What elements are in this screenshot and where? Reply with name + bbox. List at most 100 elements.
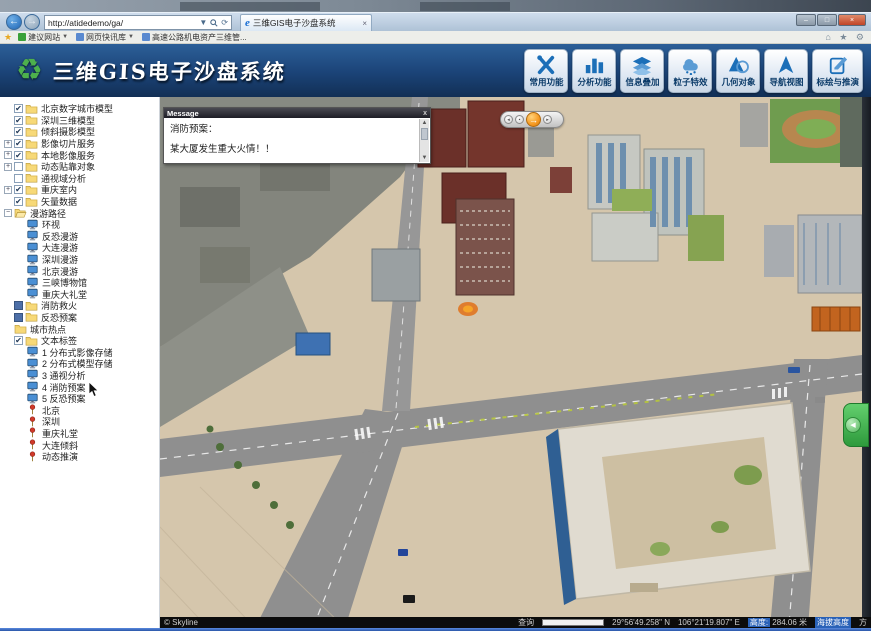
tree-item[interactable]: 大连漫游 <box>0 242 159 254</box>
tree-item[interactable]: 重庆礼堂 <box>0 428 159 440</box>
tree-item[interactable]: 5 反恐预案 <box>0 393 159 405</box>
side-panel-handle[interactable]: ◀ <box>843 403 869 447</box>
expand-plus-icon[interactable]: + <box>4 186 12 194</box>
folder-icon <box>25 103 39 115</box>
desktop-window-fragment <box>180 2 320 11</box>
tree-item[interactable]: ✔文本标签 <box>0 335 159 347</box>
tree-checkbox[interactable]: ✔ <box>14 127 23 136</box>
tree-checkbox[interactable] <box>14 162 23 171</box>
collapse-minus-icon[interactable]: − <box>4 209 12 217</box>
favorites-bar: ★ 建议网站▼ 网页快讯库▼ 高速公路机电资产三维管... ⌂ ★ ⚙ <box>0 31 871 44</box>
tree-item[interactable]: +✔本地影像服务 <box>0 149 159 161</box>
favorites-item[interactable]: 建议网站▼ <box>18 32 68 43</box>
playback-play-button[interactable]: → <box>526 112 541 127</box>
tree-item[interactable]: −漫游路径 <box>0 207 159 219</box>
tree-checkbox[interactable]: ✔ <box>14 139 23 148</box>
playback-stop-button[interactable]: ▪ <box>515 115 524 124</box>
tree-item[interactable]: 动态推演 <box>0 451 159 463</box>
tree-item[interactable]: 深圳 <box>0 416 159 428</box>
tree-item[interactable]: 2 分布式模型存储 <box>0 358 159 370</box>
tree-checkbox[interactable]: ✔ <box>14 151 23 160</box>
tree-item[interactable]: ✔倾斜摄影模型 <box>0 126 159 138</box>
refresh-icon[interactable]: ⟳ <box>221 18 228 27</box>
tree-item[interactable]: 深圳漫游 <box>0 254 159 266</box>
message-close-icon[interactable]: x <box>423 110 427 117</box>
favorites-item-label: 高速公路机电资产三维管... <box>152 32 247 43</box>
tree-item[interactable]: 大连倾斜 <box>0 439 159 451</box>
playback-prev-button[interactable]: ◂ <box>504 115 513 124</box>
tree-item[interactable]: 北京漫游 <box>0 265 159 277</box>
tree-item[interactable]: 消防救火 <box>0 300 159 312</box>
search-icon[interactable] <box>210 19 218 27</box>
tree-item[interactable]: 环视 <box>0 219 159 231</box>
pin-icon <box>26 427 40 439</box>
toolbar-button-tools[interactable]: 常用功能 <box>524 49 568 93</box>
message-box-titlebar[interactable]: Message x <box>164 108 430 118</box>
tree-item[interactable]: 北京 <box>0 404 159 416</box>
maximize-button[interactable]: □ <box>817 14 837 26</box>
toolbar-button-layers[interactable]: 信息叠加 <box>620 49 664 93</box>
folder-icon <box>25 149 39 161</box>
direction-label: 方 <box>859 617 867 628</box>
map-viewport[interactable]: Message x 消防预案： 某大厦发生重大火情！！ ▲▼ ◂ ▪ → ▸ <box>160 97 862 628</box>
tree-checkbox[interactable]: ✔ <box>14 185 23 194</box>
toolbar-button-particles[interactable]: 粒子特效 <box>668 49 712 93</box>
url-dropdown-icon[interactable]: ▼ <box>199 18 207 27</box>
tree-checkbox[interactable] <box>14 313 23 322</box>
tree-item[interactable]: ✔北京数字城市模型 <box>0 103 159 115</box>
tree-checkbox[interactable]: ✔ <box>14 336 23 345</box>
tree-checkbox[interactable]: ✔ <box>14 104 23 113</box>
tab-close-icon[interactable]: × <box>362 19 367 28</box>
favorites-star-icon[interactable]: ★ <box>4 32 12 43</box>
expand-plus-icon[interactable]: + <box>4 163 12 171</box>
desktop-window-fragment <box>420 2 510 11</box>
monitor-icon <box>26 242 40 254</box>
url-text[interactable]: http://atidedemo/ga/ <box>48 18 199 28</box>
tree-checkbox[interactable]: ✔ <box>14 116 23 125</box>
tree-item[interactable]: 1 分布式影像存储 <box>0 346 159 358</box>
message-scrollbar[interactable]: ▲▼ <box>419 119 429 162</box>
tree-item[interactable]: +✔重庆室内 <box>0 184 159 196</box>
chevron-down-icon[interactable]: ▼ <box>128 34 134 40</box>
message-line: 某大厦发生重大火情！！ <box>170 141 416 155</box>
minimize-button[interactable]: – <box>796 14 816 26</box>
close-button[interactable]: × <box>838 14 866 26</box>
tree-item[interactable]: 三峡博物馆 <box>0 277 159 289</box>
status-bar: © Skyline 查询 29°56'49.258" N 106°21'19.8… <box>160 617 871 628</box>
tree-item[interactable]: 反恐预案 <box>0 312 159 324</box>
tree-checkbox[interactable] <box>14 301 23 310</box>
tree-item[interactable]: +✔影像切片服务 <box>0 138 159 150</box>
folder-icon <box>25 114 39 126</box>
tree-item[interactable]: 城市热点 <box>0 323 159 335</box>
monitor-icon <box>26 254 40 266</box>
playback-next-button[interactable]: ▸ <box>543 115 552 124</box>
scrollbar-thumb[interactable] <box>421 128 428 140</box>
tree-item[interactable]: 3 通视分析 <box>0 370 159 382</box>
forward-button[interactable]: → <box>24 14 40 30</box>
favorites-item[interactable]: 网页快讯库▼ <box>76 32 134 43</box>
tree-item-label[interactable]: 动态推演 <box>42 450 78 463</box>
tree-item[interactable]: 反恐漫游 <box>0 231 159 243</box>
toolbar-button-label: 几何对象 <box>721 76 755 88</box>
tree-item[interactable]: ✔矢量数据 <box>0 196 159 208</box>
address-bar[interactable]: http://atidedemo/ga/ ▼ ⟳ <box>44 15 232 30</box>
expand-plus-icon[interactable]: + <box>4 140 12 148</box>
favorites-item[interactable]: 高速公路机电资产三维管... <box>142 32 247 43</box>
back-button[interactable]: ← <box>6 14 22 30</box>
tree-checkbox[interactable]: ✔ <box>14 197 23 206</box>
browser-home-star-gear-icons[interactable]: ⌂ ★ ⚙ <box>825 32 867 43</box>
chevron-down-icon[interactable]: ▼ <box>62 34 68 40</box>
tree-checkbox[interactable] <box>14 174 23 183</box>
toolbar-button-geometry[interactable]: 几何对象 <box>716 49 760 93</box>
toolbar-button-bar-chart[interactable]: 分析功能 <box>572 49 616 93</box>
tree-item[interactable]: ✔深圳三维模型 <box>0 115 159 127</box>
tree-item[interactable]: 通视域分析 <box>0 173 159 185</box>
city-3d-scene[interactable] <box>160 97 862 628</box>
tree-item[interactable]: 4 消防预案 <box>0 381 159 393</box>
toolbar-button-navigation[interactable]: 导航视图 <box>764 49 808 93</box>
tree-item[interactable]: +动态贴靠对象 <box>0 161 159 173</box>
expand-plus-icon[interactable]: + <box>4 151 12 159</box>
tree-item[interactable]: 重庆大礼堂 <box>0 289 159 301</box>
toolbar-button-plot[interactable]: 标绘与推演 <box>812 49 863 93</box>
browser-tab[interactable]: e 三维GIS电子沙盘系统 × <box>240 14 372 31</box>
